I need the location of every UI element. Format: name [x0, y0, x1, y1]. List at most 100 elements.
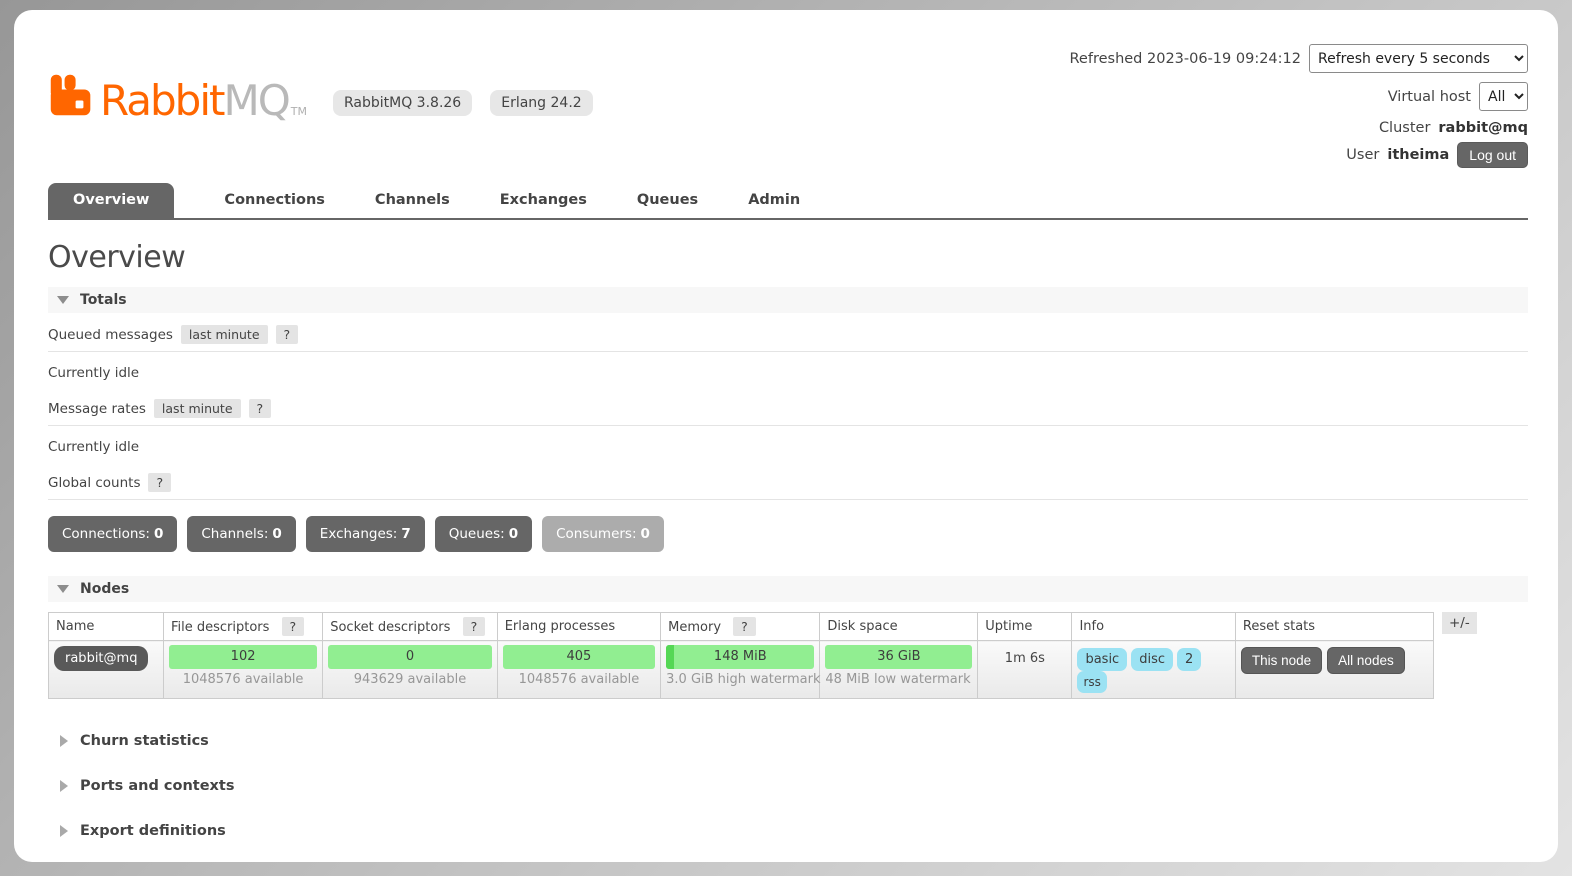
collapse-triangle-icon	[57, 296, 69, 304]
tab-queues[interactable]: Queues	[637, 183, 698, 218]
node-row: rabbit@mq 102 1048576 available 0 943629…	[48, 640, 1435, 699]
disk-space-bar: 36 GiB	[825, 645, 973, 669]
message-rates-heading: Message rates last minute ?	[48, 393, 1528, 426]
queues-count-badge[interactable]: Queues: 0	[434, 516, 533, 552]
page-title: Overview	[48, 240, 186, 275]
totals-section-header[interactable]: Totals	[48, 287, 1528, 313]
col-reset-stats-label: Reset stats	[1242, 619, 1316, 634]
queued-messages-range-badge[interactable]: last minute	[180, 325, 268, 344]
tab-admin[interactable]: Admin	[748, 183, 800, 218]
file-descriptors-value: 102	[230, 649, 256, 664]
file-descriptors-bar: 102	[168, 645, 318, 669]
exchanges-count-badge[interactable]: Exchanges: 7	[305, 516, 425, 552]
user-value: itheima	[1387, 147, 1450, 163]
tab-exchanges[interactable]: Exchanges	[500, 183, 587, 218]
message-rates-range-badge[interactable]: last minute	[153, 399, 241, 418]
tab-overview[interactable]: Overview	[48, 183, 175, 218]
disk-space-cell: 36 GiB 48 MiB low watermark	[819, 640, 979, 699]
queued-messages-help-icon[interactable]: ?	[275, 325, 299, 344]
cluster-value: rabbit@mq	[1438, 120, 1528, 136]
node-name-badge[interactable]: rabbit@mq	[54, 646, 149, 671]
reset-this-node-button[interactable]: This node	[1240, 647, 1323, 674]
cluster-row: Cluster rabbit@mq	[1070, 120, 1528, 136]
disk-space-sub: 48 MiB low watermark	[825, 672, 971, 687]
logo-wordmark: RabbitMQ TM	[100, 80, 307, 122]
erlang-version-badge: Erlang 24.2	[490, 90, 593, 116]
consumers-count-label: Consumers:	[556, 526, 637, 542]
message-rates-help-icon[interactable]: ?	[248, 399, 272, 418]
queued-messages-status: Currently idle	[48, 365, 140, 381]
col-info-label: Info	[1079, 619, 1105, 634]
global-counts-heading: Global counts ?	[48, 467, 1528, 500]
nav-tabs: Overview Connections Channels Exchanges …	[48, 183, 1528, 220]
header-controls: Refreshed 2023-06-19 09:24:12 Refresh ev…	[1070, 26, 1528, 177]
rabbitmq-version-badge: RabbitMQ 3.8.26	[332, 90, 473, 116]
export-definitions-section[interactable]: Export definitions	[60, 823, 1528, 839]
exchanges-count-label: Exchanges:	[319, 526, 398, 542]
col-name-label: Name	[56, 619, 95, 634]
expand-triangle-icon	[60, 780, 68, 792]
erlang-processes-bar: 405	[502, 645, 656, 669]
virtual-host-label: Virtual host	[1387, 88, 1471, 105]
erlang-processes-sub: 1048576 available	[518, 672, 640, 687]
channels-count-label: Channels:	[201, 526, 269, 542]
virtual-host-row: Virtual host All	[1070, 82, 1528, 111]
info-badge-basic: basic	[1077, 648, 1128, 671]
col-socket-descriptors-label: Socket descriptors	[330, 619, 451, 635]
connections-count-value: 0	[153, 526, 164, 542]
message-rates-label: Message rates	[48, 400, 146, 417]
nodes-section-header[interactable]: Nodes	[48, 576, 1528, 602]
channels-count-badge[interactable]: Channels: 0	[187, 516, 296, 552]
ports-and-contexts-section[interactable]: Ports and contexts	[60, 778, 1528, 794]
expand-triangle-icon	[60, 825, 68, 837]
logo-area: RabbitMQ TM RabbitMQ 3.8.26 Erlang 24.2	[48, 26, 593, 122]
col-erlang-processes: Erlang processes	[496, 612, 662, 641]
queues-count-label: Queues:	[448, 526, 505, 542]
memory-bar: 148 MiB	[666, 645, 815, 669]
collapse-triangle-icon	[57, 585, 69, 593]
memory-bar-fill	[666, 645, 674, 669]
erlang-processes-cell: 405 1048576 available	[496, 640, 662, 699]
logout-button[interactable]: Log out	[1457, 142, 1528, 168]
socket-descriptors-sub: 943629 available	[353, 672, 467, 687]
churn-statistics-section[interactable]: Churn statistics	[60, 733, 1528, 749]
file-descriptors-cell: 102 1048576 available	[162, 640, 324, 699]
memory-help-icon[interactable]: ?	[733, 616, 756, 636]
col-info: Info	[1071, 612, 1236, 641]
user-label: User	[1346, 147, 1380, 163]
col-uptime-label: Uptime	[985, 619, 1033, 634]
logo-word-mq: MQ	[223, 76, 290, 125]
column-toggle-button[interactable]: +/-	[1442, 612, 1477, 634]
disk-space-value: 36 GiB	[877, 649, 921, 664]
consumers-count-badge: Consumers: 0	[542, 516, 664, 552]
exchanges-count-value: 7	[401, 526, 411, 542]
reset-all-nodes-button[interactable]: All nodes	[1327, 647, 1405, 674]
queues-count-value: 0	[508, 526, 519, 542]
virtual-host-select[interactable]: All	[1479, 82, 1528, 111]
channels-count-value: 0	[272, 526, 282, 542]
consumers-count-value: 0	[640, 526, 650, 542]
col-reset-stats: Reset stats	[1234, 612, 1435, 641]
global-counts-label: Global counts	[48, 474, 141, 491]
col-memory-label: Memory	[668, 619, 722, 635]
socket-descriptors-help-icon[interactable]: ?	[462, 616, 486, 636]
logo-tm: TM	[290, 105, 307, 118]
uptime-cell: 1m 6s	[977, 640, 1073, 699]
tab-connections[interactable]: Connections	[224, 183, 325, 218]
refresh-row: Refreshed 2023-06-19 09:24:12 Refresh ev…	[1070, 44, 1528, 73]
file-descriptors-help-icon[interactable]: ?	[281, 616, 305, 636]
connections-count-badge[interactable]: Connections: 0	[48, 516, 178, 552]
socket-descriptors-bar: 0	[328, 645, 492, 669]
col-disk-space-label: Disk space	[827, 619, 898, 634]
tab-channels[interactable]: Channels	[375, 183, 450, 218]
global-counts-help-icon[interactable]: ?	[148, 473, 172, 492]
nodes-table: Name File descriptors ? Socket descripto…	[48, 612, 1435, 699]
cluster-label: Cluster	[1378, 120, 1431, 136]
nodes-section-title: Nodes	[80, 581, 130, 597]
refresh-interval-select[interactable]: Refresh every 5 seconds	[1309, 44, 1528, 73]
ports-and-contexts-label: Ports and contexts	[80, 778, 235, 794]
app-window: RabbitMQ TM RabbitMQ 3.8.26 Erlang 24.2 R…	[14, 10, 1558, 862]
node-name-cell: rabbit@mq	[48, 640, 164, 699]
nodes-table-wrap: Name File descriptors ? Socket descripto…	[48, 612, 1528, 699]
socket-descriptors-cell: 0 943629 available	[322, 640, 498, 699]
